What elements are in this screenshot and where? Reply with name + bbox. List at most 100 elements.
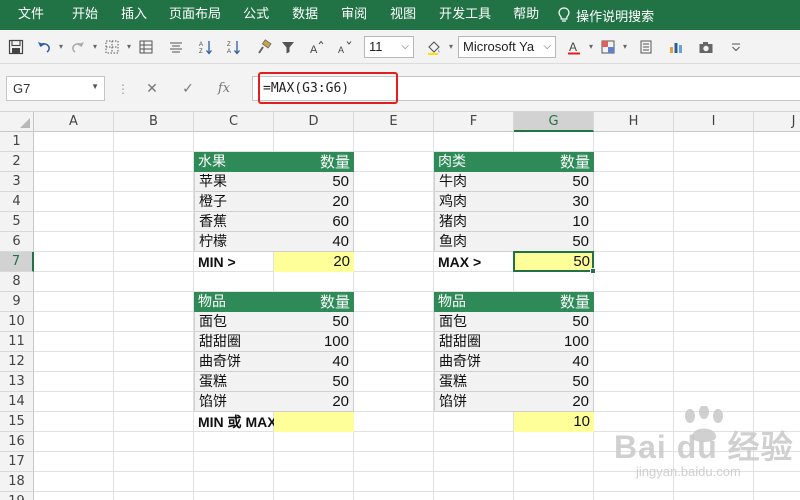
table-cell[interactable]: 20 (514, 392, 594, 412)
tab-help[interactable]: 帮助 (506, 0, 546, 30)
column-header-a[interactable]: A (34, 112, 114, 132)
sort-desc-icon[interactable]: ZA (222, 35, 246, 59)
increase-font-icon[interactable]: A (304, 35, 328, 59)
table-cell[interactable]: 馅饼 (434, 392, 514, 412)
font-name-select[interactable]: Microsoft Ya ⌵ (458, 35, 556, 58)
table-cell[interactable]: 曲奇饼 (434, 352, 514, 372)
table-cell[interactable]: 鱼肉 (434, 232, 514, 252)
summary-value[interactable] (274, 412, 354, 432)
table-cell[interactable]: 50 (514, 172, 594, 192)
table-header-cell[interactable]: 数量 (514, 152, 594, 172)
row-header-1[interactable]: 1 (0, 132, 34, 152)
tab-view[interactable]: 视图 (383, 0, 423, 30)
chart-icon[interactable] (664, 35, 688, 59)
row-header-13[interactable]: 13 (0, 372, 34, 392)
table-cell[interactable]: 50 (514, 232, 594, 252)
filter-icon[interactable] (276, 35, 300, 59)
undo-icon[interactable] (32, 35, 56, 59)
table-header-cell[interactable]: 物品 (434, 292, 514, 312)
table-cell[interactable]: 40 (274, 232, 354, 252)
camera-icon[interactable] (694, 35, 718, 59)
table-cell[interactable]: 50 (274, 372, 354, 392)
row-header-18[interactable]: 18 (0, 472, 34, 492)
insert-function-icon[interactable]: fx (206, 81, 242, 96)
column-header-j[interactable]: J (754, 112, 800, 132)
row-header-5[interactable]: 5 (0, 212, 34, 232)
borders-dropdown-icon[interactable]: ▾ (124, 35, 134, 59)
summary-label[interactable]: MIN > (194, 252, 274, 272)
column-header-f[interactable]: F (434, 112, 514, 132)
select-all-corner[interactable] (0, 112, 34, 132)
table-cell[interactable]: 馅饼 (194, 392, 274, 412)
table-cell[interactable]: 猪肉 (434, 212, 514, 232)
align-icon[interactable] (164, 35, 188, 59)
more-options-icon[interactable]: ⋮ (112, 82, 134, 96)
table-header-cell[interactable]: 数量 (274, 292, 354, 312)
enter-icon[interactable]: ✓ (170, 81, 206, 97)
table-cell[interactable]: 10 (514, 212, 594, 232)
save-icon[interactable] (4, 35, 28, 59)
redo-icon[interactable] (66, 35, 90, 59)
table-cell[interactable]: 蛋糕 (434, 372, 514, 392)
table-header-cell[interactable]: 水果 (194, 152, 274, 172)
table-cell[interactable]: 50 (274, 172, 354, 192)
cell-area[interactable]: 水果 数量 苹果 50 橙子 20 香蕉 60 柠檬 40 肉类 数量 牛肉 50 鸡肉 30 猪肉 10 鱼肉 50… (34, 132, 800, 500)
table-cell[interactable]: 曲奇饼 (194, 352, 274, 372)
table-cell[interactable]: 甜甜圈 (194, 332, 274, 352)
table-cell[interactable]: 蛋糕 (194, 372, 274, 392)
table-header-cell[interactable]: 数量 (514, 292, 594, 312)
tab-data[interactable]: 数据 (285, 0, 325, 30)
row-header-2[interactable]: 2 (0, 152, 34, 172)
row-header-12[interactable]: 12 (0, 352, 34, 372)
summary-value[interactable]: 20 (274, 252, 354, 272)
freeze-icon[interactable] (134, 35, 158, 59)
table-cell[interactable]: 柠檬 (194, 232, 274, 252)
row-header-6[interactable]: 6 (0, 232, 34, 252)
row-header-7[interactable]: 7 (0, 252, 34, 272)
form-icon[interactable] (634, 35, 658, 59)
cancel-icon[interactable]: ✕ (134, 81, 170, 97)
tab-page-layout[interactable]: 页面布局 (162, 0, 228, 30)
table-cell[interactable]: 橙子 (194, 192, 274, 212)
font-color-dropdown-icon[interactable]: ▾ (586, 35, 596, 59)
row-header-4[interactable]: 4 (0, 192, 34, 212)
name-box[interactable]: G7 ▼ (6, 76, 105, 101)
table-cell[interactable]: 牛肉 (434, 172, 514, 192)
borders-icon[interactable] (100, 35, 124, 59)
table-cell[interactable]: 50 (274, 312, 354, 332)
tab-review[interactable]: 审阅 (334, 0, 374, 30)
conditional-format-dropdown-icon[interactable]: ▾ (620, 35, 630, 59)
table-cell[interactable]: 100 (274, 332, 354, 352)
column-header-h[interactable]: H (594, 112, 674, 132)
summary-value[interactable]: 10 (514, 412, 594, 432)
table-cell[interactable]: 50 (514, 372, 594, 392)
tab-insert[interactable]: 插入 (114, 0, 154, 30)
table-header-cell[interactable]: 肉类 (434, 152, 514, 172)
table-cell[interactable]: 苹果 (194, 172, 274, 192)
tab-file[interactable]: 文件 (11, 0, 51, 30)
table-cell[interactable]: 100 (514, 332, 594, 352)
row-header-15[interactable]: 15 (0, 412, 34, 432)
font-size-select[interactable]: 11 ⌵ (364, 35, 414, 58)
redo-dropdown-icon[interactable]: ▾ (90, 35, 100, 59)
tab-formulas[interactable]: 公式 (236, 0, 276, 30)
row-header-9[interactable]: 9 (0, 292, 34, 312)
table-cell[interactable]: 40 (514, 352, 594, 372)
tab-developer[interactable]: 开发工具 (432, 0, 498, 30)
column-header-c[interactable]: C (194, 112, 274, 132)
row-header-14[interactable]: 14 (0, 392, 34, 412)
row-header-16[interactable]: 16 (0, 432, 34, 452)
table-cell[interactable]: 50 (514, 312, 594, 332)
column-header-i[interactable]: I (674, 112, 754, 132)
table-cell[interactable]: 面包 (434, 312, 514, 332)
summary-value[interactable]: 50 (514, 252, 594, 272)
column-header-e[interactable]: E (354, 112, 434, 132)
table-cell[interactable]: 20 (274, 192, 354, 212)
column-header-g[interactable]: G (514, 112, 594, 132)
fill-color-dropdown-icon[interactable]: ▾ (446, 35, 456, 59)
summary-label[interactable]: MIN 或 MAX > (194, 412, 289, 432)
decrease-font-icon[interactable]: A (332, 35, 356, 59)
table-header-cell[interactable]: 物品 (194, 292, 274, 312)
row-header-8[interactable]: 8 (0, 272, 34, 292)
format-painter-icon[interactable] (252, 35, 276, 59)
